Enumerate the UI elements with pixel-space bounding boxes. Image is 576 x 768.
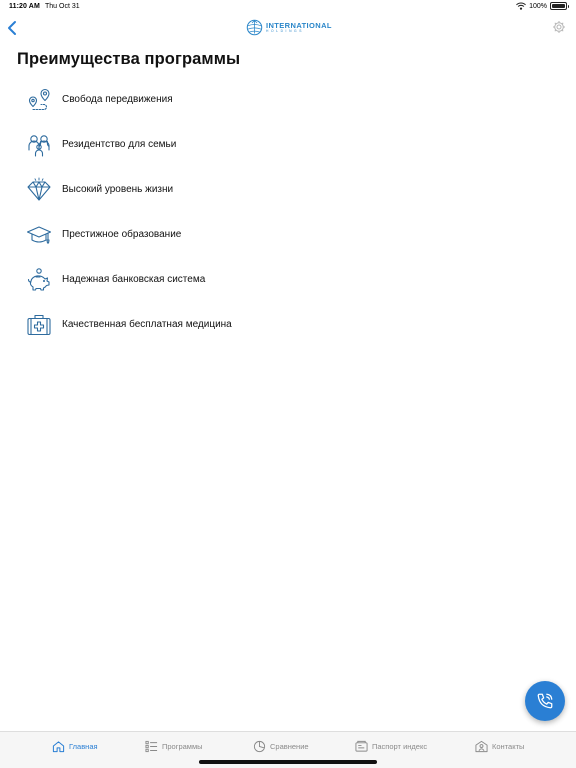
medical-kit-icon bbox=[27, 314, 51, 336]
tab-comparison[interactable]: Сравнение bbox=[253, 740, 309, 753]
status-time: 11:20 AM bbox=[9, 3, 40, 10]
diamond-icon bbox=[27, 177, 51, 201]
benefit-label: Резидентство для семьи bbox=[62, 139, 177, 150]
home-icon bbox=[52, 741, 65, 753]
tab-home[interactable]: Главная bbox=[52, 740, 98, 753]
settings-button[interactable] bbox=[552, 20, 566, 34]
page-title: Преимущества программы bbox=[17, 50, 241, 68]
tab-programs[interactable]: Программы bbox=[145, 740, 203, 753]
benefit-label: Свобода передвижения bbox=[62, 94, 173, 105]
nav-bar: INTERNATIONAL HOLDINGS bbox=[0, 14, 576, 44]
gear-icon bbox=[553, 21, 565, 33]
list-icon bbox=[145, 740, 158, 753]
graduation-cap-icon bbox=[26, 226, 52, 244]
list-item: Престижное образование bbox=[26, 221, 546, 266]
tab-label: Программы bbox=[162, 742, 203, 751]
pie-chart-icon bbox=[253, 740, 266, 753]
benefit-label: Качественная бесплатная медицина bbox=[62, 319, 232, 330]
home-indicator bbox=[199, 760, 377, 764]
list-item: Качественная бесплатная медицина bbox=[26, 311, 546, 356]
benefit-label: Надежная банковская система bbox=[62, 274, 206, 285]
tab-contacts[interactable]: Контакты bbox=[475, 740, 524, 753]
benefit-label: Высокий уровень жизни bbox=[62, 184, 174, 195]
logo-globe-icon bbox=[246, 19, 263, 36]
tab-label: Паспорт индекс bbox=[372, 742, 428, 751]
route-pin-icon bbox=[28, 88, 50, 111]
list-item: Высокий уровень жизни bbox=[26, 176, 546, 221]
brand-logo: INTERNATIONAL HOLDINGS bbox=[246, 19, 332, 36]
logo-title: INTERNATIONAL bbox=[266, 20, 332, 30]
piggy-bank-icon bbox=[27, 268, 50, 291]
wifi-icon bbox=[516, 2, 526, 10]
call-button[interactable] bbox=[525, 681, 565, 721]
family-icon bbox=[28, 135, 50, 157]
status-bar: 11:20 AM Thu Oct 31 100% bbox=[0, 0, 576, 14]
logo-subtitle: HOLDINGS bbox=[266, 29, 305, 34]
back-button[interactable] bbox=[4, 19, 22, 37]
chevron-left-icon bbox=[8, 21, 16, 35]
contacts-icon bbox=[475, 740, 488, 753]
list-item: Надежная банковская система bbox=[26, 266, 546, 311]
battery-icon bbox=[550, 2, 569, 10]
list-item: Резидентство для семьи bbox=[26, 131, 546, 176]
tab-label: Контакты bbox=[492, 742, 525, 751]
passport-icon bbox=[355, 740, 368, 752]
list-item: Свобода передвижения bbox=[26, 86, 546, 131]
battery-percent: 100% bbox=[529, 2, 547, 10]
status-indicators: 100% bbox=[516, 2, 569, 10]
benefit-label: Престижное образование bbox=[62, 229, 182, 240]
status-date: Thu Oct 31 bbox=[45, 3, 80, 10]
tab-passport-index[interactable]: Паспорт индекс bbox=[355, 740, 427, 753]
phone-call-icon bbox=[537, 693, 553, 709]
benefits-list: Свобода передвижения Резидентство для се… bbox=[26, 86, 546, 356]
tab-label: Главная bbox=[69, 742, 98, 751]
tab-label: Сравнение bbox=[270, 742, 309, 751]
